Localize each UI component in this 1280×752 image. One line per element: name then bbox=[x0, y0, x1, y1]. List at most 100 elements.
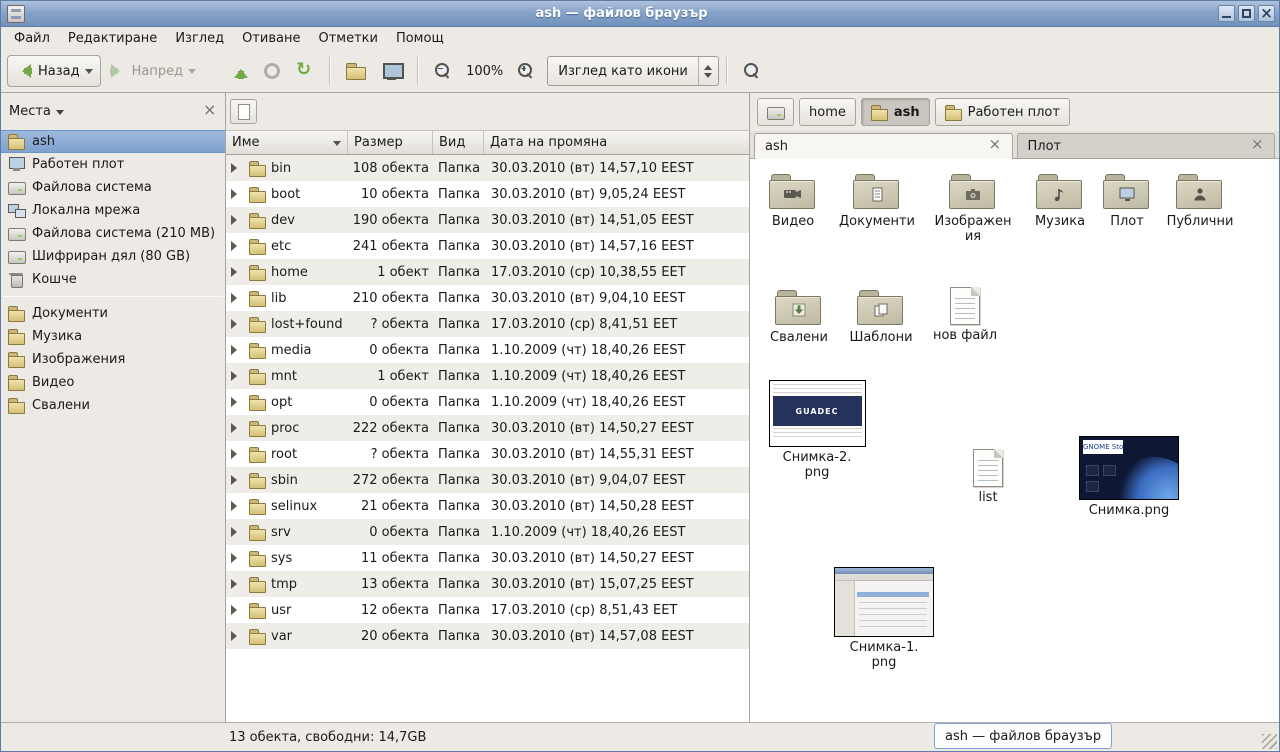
menu-item[interactable]: Помощ bbox=[387, 28, 453, 49]
table-row[interactable]: mnt 1 обект Папка 1.10.2009 (чт) 18,40,2… bbox=[226, 363, 749, 389]
sidebar-bookmark-item[interactable]: Свалени bbox=[1, 394, 225, 417]
pathbar-home-button[interactable]: home bbox=[799, 98, 856, 126]
back-button[interactable]: Назад bbox=[7, 55, 101, 87]
up-button[interactable] bbox=[226, 55, 256, 87]
tab-plot[interactable]: Плот bbox=[1017, 133, 1276, 158]
table-row[interactable]: var 20 обекта Папка 30.03.2010 (вт) 14,5… bbox=[226, 623, 749, 649]
sidebar-bookmark-item[interactable]: Музика bbox=[1, 325, 225, 348]
search-button[interactable] bbox=[735, 55, 769, 87]
back-history-chevron-icon[interactable] bbox=[85, 69, 93, 78]
table-row[interactable]: tmp 13 обекта Папка 30.03.2010 (вт) 15,0… bbox=[226, 571, 749, 597]
view-mode-select[interactable]: Изглед като икони bbox=[547, 56, 719, 86]
table-row[interactable]: media 0 обекта Папка 1.10.2009 (чт) 18,4… bbox=[226, 337, 749, 363]
table-row[interactable]: sbin 272 обекта Папка 30.03.2010 (вт) 9,… bbox=[226, 467, 749, 493]
sidebar-title[interactable]: Места bbox=[9, 104, 51, 119]
menu-item[interactable]: Отметки bbox=[309, 28, 386, 49]
titlebar[interactable]: ash — файлов браузър bbox=[1, 1, 1279, 27]
table-row[interactable]: selinux 21 обекта Папка 30.03.2010 (вт) … bbox=[226, 493, 749, 519]
table-row[interactable]: lost+found ? обекта Папка 17.03.2010 (ср… bbox=[226, 311, 749, 337]
home-button[interactable] bbox=[338, 55, 374, 87]
tab-close-icon[interactable] bbox=[987, 139, 1002, 154]
folder-item-templates[interactable]: Шаблони bbox=[840, 287, 922, 345]
expander-icon[interactable] bbox=[231, 527, 242, 537]
folder-item-images[interactable]: Изображен ия bbox=[928, 171, 1018, 244]
sidebar-close-button[interactable] bbox=[201, 104, 217, 120]
expander-icon[interactable] bbox=[231, 319, 242, 329]
table-row[interactable]: lib 210 обекта Папка 30.03.2010 (вт) 9,0… bbox=[226, 285, 749, 311]
column-header-type[interactable]: Вид bbox=[433, 131, 484, 154]
file-item-list[interactable]: list bbox=[948, 449, 1028, 505]
table-row[interactable]: sys 11 обекта Папка 30.03.2010 (вт) 14,5… bbox=[226, 545, 749, 571]
sidebar-place-item[interactable]: Шифриран дял (80 GB) bbox=[1, 245, 225, 268]
menu-item[interactable]: Файл bbox=[5, 28, 59, 49]
folder-item-downloads[interactable]: Свалени bbox=[758, 287, 840, 345]
column-header-size[interactable]: Размер bbox=[348, 131, 433, 154]
expander-icon[interactable] bbox=[231, 631, 242, 641]
table-row[interactable]: srv 0 обекта Папка 1.10.2009 (чт) 18,40,… bbox=[226, 519, 749, 545]
expander-icon[interactable] bbox=[231, 449, 242, 459]
expander-icon[interactable] bbox=[231, 345, 242, 355]
column-header-name[interactable]: Име bbox=[226, 131, 348, 154]
resize-grip[interactable] bbox=[1262, 734, 1277, 749]
file-item-new-file[interactable]: нов файл bbox=[924, 287, 1006, 343]
menu-item[interactable]: Изглед bbox=[166, 28, 233, 49]
expander-icon[interactable] bbox=[231, 293, 242, 303]
zoom-in-button[interactable] bbox=[509, 55, 543, 87]
icon-view[interactable]: Видео Документи Изображен ия bbox=[750, 159, 1279, 722]
expander-icon[interactable] bbox=[231, 579, 242, 589]
maximize-button[interactable] bbox=[1238, 5, 1255, 22]
expander-icon[interactable] bbox=[231, 371, 242, 381]
expander-icon[interactable] bbox=[231, 267, 242, 277]
menu-item[interactable]: Отиване bbox=[233, 28, 309, 49]
table-row[interactable]: boot 10 обекта Папка 30.03.2010 (вт) 9,0… bbox=[226, 181, 749, 207]
close-button[interactable] bbox=[1258, 5, 1275, 22]
sidebar-bookmark-item[interactable]: Изображения bbox=[1, 348, 225, 371]
pane-location-button[interactable] bbox=[230, 99, 257, 124]
sidebar-bookmark-item[interactable]: Документи bbox=[1, 302, 225, 325]
expander-icon[interactable] bbox=[231, 189, 242, 199]
folder-item-desktop[interactable]: Плот bbox=[1087, 171, 1167, 229]
table-row[interactable]: usr 12 обекта Папка 17.03.2010 (ср) 8,51… bbox=[226, 597, 749, 623]
expander-icon[interactable] bbox=[231, 423, 242, 433]
folder-item-documents[interactable]: Документи bbox=[835, 171, 919, 229]
expander-icon[interactable] bbox=[231, 605, 242, 615]
sidebar-bookmark-item[interactable]: Видео bbox=[1, 371, 225, 394]
expander-icon[interactable] bbox=[231, 163, 242, 173]
file-item-snimka[interactable]: GNOME Store Снимка.png bbox=[1074, 436, 1184, 518]
expander-icon[interactable] bbox=[231, 397, 242, 407]
sidebar-chevron-icon[interactable] bbox=[56, 110, 64, 119]
sidebar-place-item[interactable]: Работен плот bbox=[1, 153, 225, 176]
expander-icon[interactable] bbox=[231, 215, 242, 225]
sidebar-place-item[interactable]: Локална мрежа bbox=[1, 199, 225, 222]
pathbar-root-button[interactable] bbox=[757, 98, 794, 126]
tab-ash[interactable]: ash bbox=[754, 133, 1013, 159]
sidebar-place-item[interactable]: Файлова система (210 MB) bbox=[1, 222, 225, 245]
expander-icon[interactable] bbox=[231, 241, 242, 251]
sidebar-place-item[interactable]: Файлова система bbox=[1, 176, 225, 199]
expander-icon[interactable] bbox=[231, 553, 242, 563]
table-row[interactable]: dev 190 обекта Папка 30.03.2010 (вт) 14,… bbox=[226, 207, 749, 233]
sidebar-place-item[interactable]: ash bbox=[1, 130, 225, 153]
view-mode-spinner[interactable] bbox=[698, 57, 718, 85]
folder-item-video[interactable]: Видео bbox=[752, 171, 834, 229]
file-item-snimka-1[interactable]: Снимка-1. png bbox=[834, 567, 934, 670]
expander-icon[interactable] bbox=[231, 475, 242, 485]
table-row[interactable]: home 1 обект Папка 17.03.2010 (ср) 10,38… bbox=[226, 259, 749, 285]
file-item-snimka-2[interactable]: GUADEC Снимка-2. png bbox=[764, 380, 870, 480]
minimize-button[interactable] bbox=[1218, 5, 1235, 22]
reload-button[interactable] bbox=[288, 55, 322, 87]
table-row[interactable]: root ? обекта Папка 30.03.2010 (вт) 14,5… bbox=[226, 441, 749, 467]
sidebar-place-item[interactable]: Кошче bbox=[1, 268, 225, 291]
menu-item[interactable]: Редактиране bbox=[59, 28, 166, 49]
pathbar-desktop-button[interactable]: Работен плот bbox=[935, 98, 1070, 126]
pathbar-ash-button[interactable]: ash bbox=[861, 98, 930, 126]
column-header-date[interactable]: Дата на промяна bbox=[484, 131, 749, 154]
tab-close-icon[interactable] bbox=[1249, 139, 1264, 154]
computer-button[interactable] bbox=[374, 55, 410, 87]
table-row[interactable]: opt 0 обекта Папка 1.10.2009 (чт) 18,40,… bbox=[226, 389, 749, 415]
stop-button[interactable] bbox=[256, 55, 288, 87]
table-row[interactable]: etc 241 обекта Папка 30.03.2010 (вт) 14,… bbox=[226, 233, 749, 259]
forward-button[interactable]: Напред bbox=[101, 55, 204, 87]
folder-item-public[interactable]: Публични bbox=[1158, 171, 1242, 229]
zoom-out-button[interactable] bbox=[426, 55, 460, 87]
